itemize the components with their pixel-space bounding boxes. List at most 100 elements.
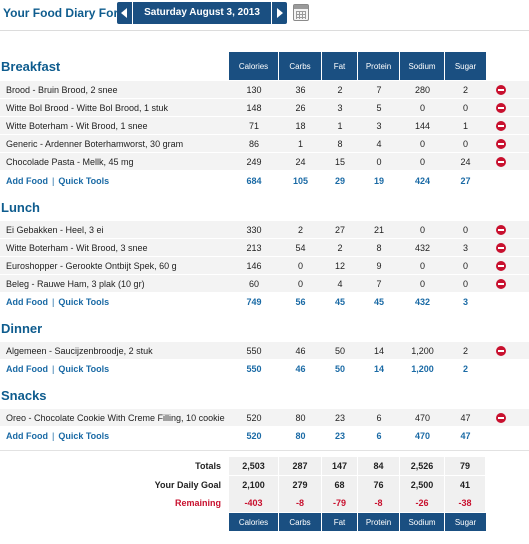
- food-row: Algemeen - Saucijzenbroodje, 2 stuk 550 …: [0, 342, 529, 360]
- sodium-value: 1,200: [411, 346, 434, 356]
- remove-food-icon[interactable]: [496, 413, 506, 423]
- fat-value: 23: [334, 413, 345, 423]
- carbs-value: 80: [295, 413, 306, 423]
- food-name[interactable]: Beleg - Rauwe Ham, 3 plak (10 gr): [0, 275, 229, 292]
- goal-carbs: 279: [279, 476, 322, 494]
- sodium-value: 0: [419, 279, 425, 289]
- fat-value: 8: [337, 139, 343, 149]
- carbs-value: 36: [295, 85, 306, 95]
- previous-day-icon[interactable]: [117, 2, 132, 24]
- sugar-value: 47: [460, 413, 471, 423]
- food-name[interactable]: Generic - Ardenner Boterhamworst, 30 gra…: [0, 135, 229, 152]
- link-separator: |: [52, 297, 55, 307]
- protein-value: 4: [376, 139, 382, 149]
- food-row: Chocolade Pasta - Mellk, 45 mg 249 24 15…: [0, 153, 529, 171]
- link-separator: |: [52, 364, 55, 374]
- sugar-value: 0: [462, 261, 468, 271]
- fat-value: 3: [337, 103, 343, 113]
- remove-food-icon[interactable]: [496, 85, 506, 95]
- totals-label: Totals: [195, 461, 221, 471]
- col-calories: Calories: [229, 513, 279, 531]
- sodium-value: 280: [414, 85, 431, 95]
- protein-value: 9: [376, 261, 382, 271]
- meal-title-dinner: Dinner: [1, 321, 43, 336]
- remove-food-icon[interactable]: [496, 157, 506, 167]
- add-food-link[interactable]: Add Food: [6, 364, 48, 374]
- diary-header: Your Food Diary For: Saturday August 3, …: [0, 0, 529, 28]
- sodium-value: 0: [419, 139, 425, 149]
- meal-totals-row: Add Food | Quick Tools 520 80 23 6 470 47: [0, 427, 529, 445]
- food-name[interactable]: Witte Bol Brood - Witte Bol Brood, 1 stu…: [0, 99, 229, 116]
- add-food-link[interactable]: Add Food: [6, 176, 48, 186]
- carbs-value: 24: [295, 157, 306, 167]
- carbs-value: 46: [295, 346, 306, 356]
- remaining-row: Remaining -403 -8 -79 -8 -26 -38: [0, 494, 529, 512]
- add-food-link[interactable]: Add Food: [6, 431, 48, 441]
- carbs-value: 0: [297, 279, 303, 289]
- carbs-value: 0: [297, 261, 303, 271]
- sugar-value: 3: [462, 243, 468, 253]
- food-name[interactable]: Witte Boterham - Wit Brood, 1 snee: [0, 117, 229, 134]
- totals-sodium: 2,526: [400, 457, 445, 475]
- food-row: Oreo - Chocolate Cookie With Creme Filli…: [0, 409, 529, 427]
- daily-goal-label: Your Daily Goal: [154, 480, 221, 490]
- protein-value: 7: [376, 279, 382, 289]
- quick-tools-link[interactable]: Quick Tools: [58, 364, 109, 374]
- meal-actions: Add Food | Quick Tools: [0, 293, 229, 311]
- col-calories: Calories: [229, 52, 279, 80]
- current-date[interactable]: Saturday August 3, 2013: [133, 2, 271, 24]
- calories-value: 148: [246, 103, 262, 113]
- total-calories: 684: [246, 176, 262, 186]
- remove-food-icon[interactable]: [496, 225, 506, 235]
- total-calories: 520: [246, 431, 262, 441]
- calories-value: 71: [248, 121, 259, 131]
- total-protein: 19: [373, 176, 384, 186]
- food-name[interactable]: Euroshopper - Gerookte Ontbijt Spek, 60 …: [0, 257, 229, 274]
- protein-value: 7: [376, 85, 382, 95]
- totals-calories: 2,503: [229, 457, 279, 475]
- quick-tools-link[interactable]: Quick Tools: [58, 176, 109, 186]
- total-sugar: 27: [460, 176, 471, 186]
- calories-value: 86: [248, 139, 259, 149]
- sodium-value: 0: [419, 261, 425, 271]
- remaining-sugar: -38: [445, 494, 486, 512]
- remove-food-icon[interactable]: [496, 279, 506, 289]
- link-separator: |: [52, 176, 55, 186]
- column-footer-bar: Calories Carbs Fat Protein Sodium Sugar: [229, 513, 486, 531]
- calories-value: 550: [246, 346, 262, 356]
- quick-tools-link[interactable]: Quick Tools: [58, 297, 109, 307]
- total-protein: 45: [373, 297, 384, 307]
- header-divider: [0, 30, 529, 31]
- quick-tools-link[interactable]: Quick Tools: [58, 431, 109, 441]
- totals-carbs: 287: [279, 457, 322, 475]
- food-name[interactable]: Chocolade Pasta - Mellk, 45 mg: [0, 153, 229, 170]
- food-row: Euroshopper - Gerookte Ontbijt Spek, 60 …: [0, 257, 529, 275]
- remove-food-icon[interactable]: [496, 121, 506, 131]
- meal-title-breakfast: Breakfast: [1, 59, 61, 74]
- food-name[interactable]: Ei Gebakken - Heel, 3 ei: [0, 221, 229, 238]
- fat-value: 4: [337, 279, 343, 289]
- food-name[interactable]: Algemeen - Saucijzenbroodje, 2 stuk: [0, 342, 229, 359]
- fat-value: 27: [334, 225, 345, 235]
- food-name[interactable]: Oreo - Chocolate Cookie With Creme Filli…: [0, 409, 229, 426]
- remove-food-icon[interactable]: [496, 103, 506, 113]
- sodium-value: 144: [414, 121, 431, 131]
- remove-food-icon[interactable]: [496, 346, 506, 356]
- protein-value: 21: [373, 225, 384, 235]
- remove-food-icon[interactable]: [496, 261, 506, 271]
- remove-food-icon[interactable]: [496, 139, 506, 149]
- sugar-value: 0: [462, 225, 468, 235]
- food-name[interactable]: Brood - Bruin Brood, 2 snee: [0, 81, 229, 98]
- protein-value: 14: [373, 346, 384, 356]
- calories-value: 213: [246, 243, 262, 253]
- food-name[interactable]: Witte Boterham - Wit Brood, 3 snee: [0, 239, 229, 256]
- column-header-bar: Calories Carbs Fat Protein Sodium Sugar: [229, 52, 486, 80]
- add-food-link[interactable]: Add Food: [6, 297, 48, 307]
- next-day-icon[interactable]: [272, 2, 287, 24]
- remove-food-icon[interactable]: [496, 243, 506, 253]
- fat-value: 15: [334, 157, 345, 167]
- remaining-sodium: -26: [400, 494, 445, 512]
- calendar-icon[interactable]: [293, 4, 309, 21]
- carbs-value: 26: [295, 103, 306, 113]
- total-carbs: 56: [295, 297, 306, 307]
